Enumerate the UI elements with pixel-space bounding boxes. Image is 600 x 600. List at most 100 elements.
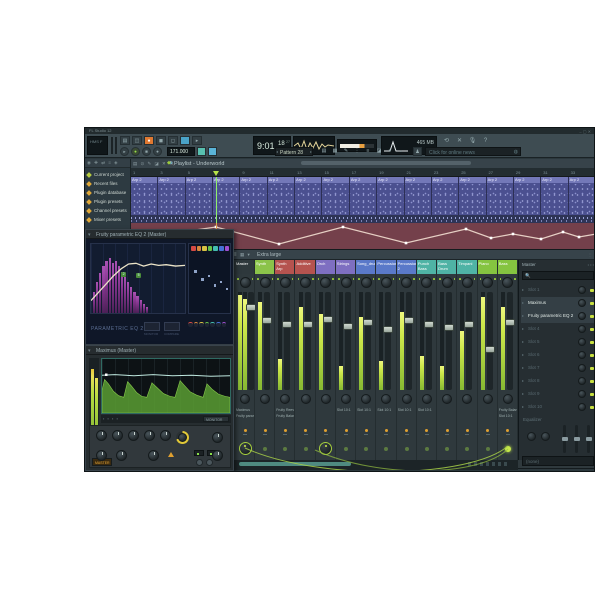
mute-led[interactable]	[385, 429, 388, 432]
slot-arrow-icon[interactable]: ▸	[522, 326, 524, 331]
eq-handle[interactable]	[220, 281, 223, 284]
stereo-sep-knob[interactable]	[341, 394, 351, 404]
step-seq-icon[interactable]: ▦	[330, 147, 340, 156]
fader-handle[interactable]	[262, 317, 272, 324]
slot-enable-led[interactable]	[590, 341, 594, 345]
overdub[interactable]: ◻	[168, 136, 178, 145]
playlist-clip[interactable]: Arp 2	[459, 177, 486, 215]
fader-track[interactable]	[446, 292, 452, 390]
fader-track[interactable]	[325, 292, 331, 390]
send-knob-small[interactable]	[384, 447, 388, 451]
rack-eq-slider[interactable]	[587, 425, 590, 453]
slot-mix-knob[interactable]	[578, 312, 586, 320]
mute-led[interactable]	[304, 429, 307, 432]
help-icon[interactable]: ?	[480, 137, 491, 146]
mixer-channel-strip[interactable]: Additive	[295, 260, 315, 460]
rack-output-box[interactable]: (none)	[522, 456, 594, 466]
eq-compare-button[interactable]	[164, 322, 180, 331]
eq-band-chip[interactable]	[219, 246, 224, 251]
channel-header[interactable]: Percussion 2	[397, 260, 416, 274]
fader-handle[interactable]	[505, 319, 515, 326]
pan-knob[interactable]	[442, 277, 453, 288]
browser-item[interactable]: Plugin database	[85, 188, 131, 197]
stereo-sep-knob[interactable]	[361, 394, 371, 404]
rack-eq-knob-2[interactable]	[541, 432, 550, 441]
channel-header[interactable]: Bass	[498, 260, 517, 274]
playlist-titlebar[interactable]: ▤ ⊙ ✎ ◪ ✕ 🔍 ◆ Playlist - Underworld	[131, 159, 595, 168]
pattern-selector[interactable]: Pattern 28 ◂ ▸	[275, 147, 313, 156]
mute-led[interactable]	[405, 429, 408, 432]
sync-icon[interactable]: ⟲	[441, 137, 452, 146]
user-account-icon[interactable]: ♟	[413, 147, 422, 156]
channel-header[interactable]: Song_drums	[356, 260, 375, 274]
playlist-clip[interactable]: Arp 2	[186, 177, 213, 215]
rack-slot[interactable]: ▸Slot 10	[521, 401, 595, 414]
eq-handle[interactable]	[201, 278, 204, 281]
send-target-led[interactable]	[505, 446, 511, 452]
rack-eq-handle[interactable]	[574, 437, 580, 441]
playlist-clip[interactable]: Arp 2	[213, 177, 240, 215]
fader-handle[interactable]	[404, 317, 414, 324]
mixer-scrollbar-track[interactable]	[231, 460, 518, 470]
rack-eq-slider[interactable]	[563, 425, 566, 453]
eq-monitor-button[interactable]	[144, 322, 160, 331]
mute-led[interactable]	[506, 429, 509, 432]
brush-icon[interactable]: ◪	[374, 147, 384, 156]
playlist-clip[interactable]: Arp 2	[131, 177, 158, 215]
fader-handle[interactable]	[464, 321, 474, 328]
slot-mix-knob[interactable]	[578, 325, 586, 333]
slot-enable-led[interactable]	[590, 354, 594, 358]
playlist-clip[interactable]: Arp 2	[405, 177, 432, 215]
rack-slot[interactable]: ▸Slot 7	[521, 362, 595, 375]
mixer-channel-strip[interactable]: StringsSlot 10:1	[336, 260, 356, 460]
slot-enable-led[interactable]	[590, 328, 594, 332]
eq-handle[interactable]	[194, 270, 197, 273]
fader-handle[interactable]	[363, 319, 373, 326]
maximus-monitor-box[interactable]: MONITOR	[203, 416, 229, 422]
maximus-knob[interactable]	[144, 430, 155, 441]
main-pitch-slider[interactable]	[115, 137, 117, 154]
eq-mini-knob[interactable]	[199, 322, 204, 327]
mute-led[interactable]	[244, 429, 247, 432]
stereo-sep-knob[interactable]	[240, 394, 250, 404]
stop[interactable]: ■	[142, 147, 151, 156]
slot-arrow-icon[interactable]: ▸	[522, 365, 524, 370]
slot-arrow-icon[interactable]: ▸	[522, 300, 524, 305]
rack-slot[interactable]: ▸Slot 9	[521, 388, 595, 401]
pan-knob[interactable]	[300, 277, 311, 288]
pan-knob[interactable]	[502, 277, 513, 288]
news-box[interactable]: Click for online news ◍	[425, 147, 521, 156]
pan-knob[interactable]	[381, 277, 392, 288]
eq-band-chip[interactable]	[208, 246, 213, 251]
browser-item[interactable]: Mixer presets	[85, 215, 131, 224]
mixer-channel-strip[interactable]: Bass Drum	[437, 260, 457, 460]
eq-band-chip[interactable]	[213, 246, 218, 251]
channel-header[interactable]: Punch Bass	[417, 260, 436, 274]
eq-band-tag[interactable]: 2	[121, 272, 126, 277]
main-volume-slider[interactable]	[111, 137, 113, 154]
song-mode[interactable]: ▸	[120, 147, 129, 156]
fader-track[interactable]	[406, 292, 412, 390]
mute-led[interactable]	[284, 429, 287, 432]
fader-track[interactable]	[487, 292, 493, 390]
mic-icon[interactable]: 🎙	[467, 137, 478, 146]
playlist-clip[interactable]: Arp 2	[569, 177, 595, 215]
mixer-master-strip[interactable]: MasterMaximusFruity param EQ 2	[235, 260, 255, 460]
channel-header[interactable]: Piano	[478, 260, 497, 274]
maximus-display[interactable]	[101, 358, 231, 414]
send-knob-small[interactable]	[344, 447, 348, 451]
stereo-sep-knob[interactable]	[422, 394, 432, 404]
playlist-clip[interactable]: Arp 2	[322, 177, 349, 215]
mixer-channel-strip[interactable]: BassFruity BalanceSlot 10:1	[498, 260, 518, 460]
mute-led[interactable]	[466, 429, 469, 432]
maximus-titlebar[interactable]: ▾ Maximus (Master)	[86, 346, 233, 355]
mixer-channel-strip[interactable]: Timpani	[457, 260, 477, 460]
maximus-post-knob-ring[interactable]	[176, 431, 189, 444]
browser-toolbar-icons[interactable]: ◉ ✚ ⇄ ≡ ◈	[87, 160, 119, 166]
rack-slot[interactable]: ▸Fruity parametric EQ 2	[521, 310, 595, 323]
maximus-knob[interactable]	[116, 450, 127, 461]
eq-handle[interactable]	[214, 284, 217, 287]
fader-handle[interactable]	[424, 321, 434, 328]
fader-track[interactable]	[507, 292, 513, 390]
maximus-knob[interactable]	[160, 430, 171, 441]
